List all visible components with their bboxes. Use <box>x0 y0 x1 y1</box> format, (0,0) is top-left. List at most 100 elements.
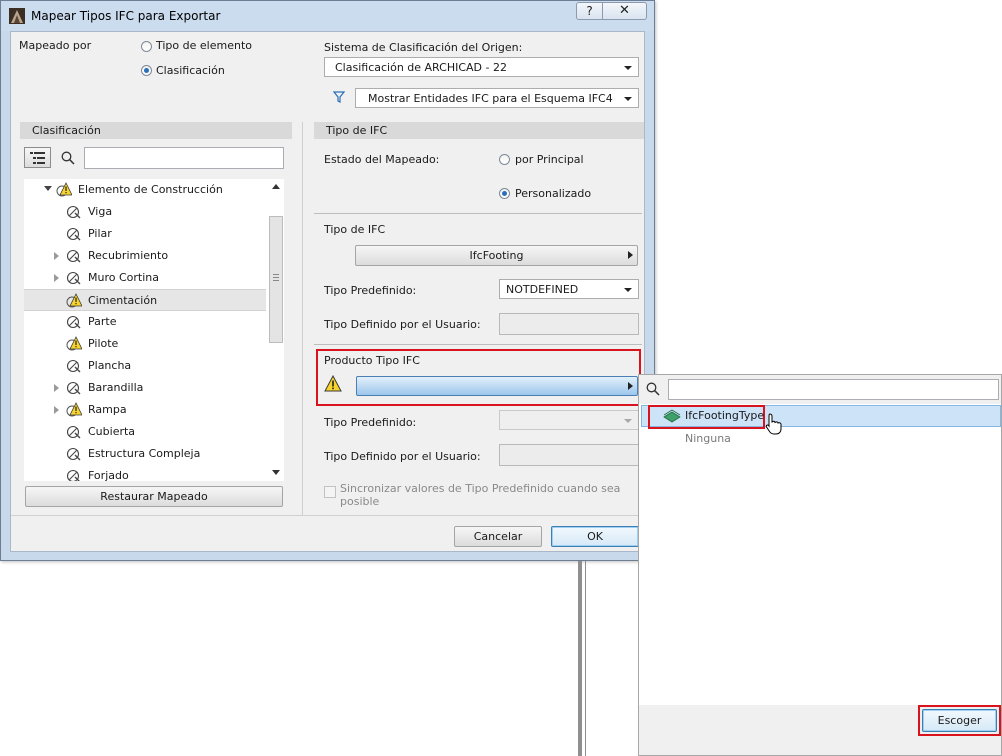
product-predefined-type-dropdown[interactable] <box>499 410 639 430</box>
radio-by-parent[interactable] <box>499 154 510 165</box>
dialog-client-area: Mapeado por Tipo de elemento Clasificaci… <box>10 31 645 552</box>
sync-predefined-checkbox[interactable] <box>324 486 336 498</box>
product-type-label: Producto Tipo IFC <box>324 354 420 367</box>
product-type-button[interactable] <box>356 376 638 396</box>
warning-icon <box>66 336 82 351</box>
tree-item-label: Forjado <box>88 469 129 481</box>
tree-item[interactable]: Recubrimiento <box>24 245 266 267</box>
ifc-schema-filter-value: Mostrar Entidades IFC para el Esquema IF… <box>368 92 613 105</box>
close-button[interactable]: ✕ <box>602 2 647 20</box>
choose-button[interactable]: Escoger <box>922 709 997 732</box>
ifc-type-picker-popup: IfcFootingType Ninguna Escoger <box>638 374 1002 756</box>
tree-item-label: Rampa <box>88 403 127 416</box>
ok-button[interactable]: OK <box>551 526 639 547</box>
tree-item[interactable]: Cimentación <box>24 289 266 311</box>
product-predefined-type-label: Tipo Predefinido: <box>324 416 417 429</box>
tree-item[interactable]: Plancha <box>24 355 266 377</box>
tree-scrollbar-thumb[interactable] <box>269 216 283 343</box>
tree-item-label: Plancha <box>88 359 132 372</box>
sync-predefined-label-line2[interactable]: posible <box>340 495 379 508</box>
popup-search-input[interactable] <box>668 379 999 400</box>
tree-item-label: Parte <box>88 315 117 328</box>
radio-element-type-label[interactable]: Tipo de elemento <box>156 39 252 52</box>
tree-item[interactable]: Viga <box>24 201 266 223</box>
tree-item-label: Cubierta <box>88 425 136 438</box>
tree-item-label: Recubrimiento <box>88 249 169 262</box>
chevron-down-icon <box>624 419 632 423</box>
chevron-right-icon <box>628 251 633 259</box>
scroll-up-arrow-icon[interactable] <box>272 184 280 189</box>
tree-view-toggle-button[interactable] <box>24 147 51 168</box>
tree-item-label: Muro Cortina <box>88 271 159 284</box>
tree-item[interactable]: Muro Cortina <box>24 267 266 289</box>
chevron-down-icon <box>624 66 632 70</box>
expand-closed-icon[interactable] <box>54 274 59 282</box>
element-icon <box>66 249 81 263</box>
tree-scrollbar[interactable] <box>268 179 284 481</box>
title-bar[interactable]: Mapear Tipos IFC para Exportar ? ✕ <box>1 1 654 31</box>
expand-open-icon[interactable] <box>44 186 52 191</box>
classification-search-input[interactable] <box>84 147 284 169</box>
search-icon <box>61 151 75 165</box>
radio-element-type[interactable] <box>141 41 152 52</box>
expand-closed-icon[interactable] <box>54 252 59 260</box>
filter-icon[interactable] <box>333 91 345 103</box>
ifc-type-panel-header: Tipo de IFC <box>314 122 644 139</box>
tree-item[interactable]: Elemento de Construcción <box>24 179 266 201</box>
ifc-footing-type-item[interactable]: IfcFootingType <box>685 409 764 422</box>
classification-panel-header: Clasificación <box>20 122 292 139</box>
popup-search-bar <box>639 375 1001 404</box>
radio-custom-label[interactable]: Personalizado <box>515 187 591 200</box>
panel-splitter[interactable] <box>302 122 303 515</box>
radio-custom[interactable] <box>499 188 510 199</box>
restore-mapping-button[interactable]: Restaurar Mapeado <box>25 486 283 507</box>
element-icon <box>66 469 80 481</box>
none-item[interactable]: Ninguna <box>685 432 731 445</box>
tree-item[interactable]: Parte <box>24 311 266 333</box>
tree-item[interactable]: Cubierta <box>24 421 266 443</box>
product-user-defined-type-label: Tipo Definido por el Usuario: <box>324 450 481 463</box>
cancel-button[interactable]: Cancelar <box>454 526 542 547</box>
mapping-by-label: Mapeado por <box>19 39 92 52</box>
ifc-type-button[interactable]: IfcFooting <box>355 245 638 266</box>
dialog-title: Mapear Tipos IFC para Exportar <box>31 9 221 23</box>
tree-list-icon <box>30 152 45 164</box>
tree-item[interactable]: Barandilla <box>24 377 266 399</box>
tree-item[interactable]: Pilar <box>24 223 266 245</box>
element-icon <box>66 271 81 285</box>
tree-item-label: Estructura Compleja <box>88 447 201 460</box>
main-dialog: Mapear Tipos IFC para Exportar ? ✕ Mapea… <box>0 0 655 561</box>
source-system-value: Clasificación de ARCHICAD - 22 <box>335 61 507 74</box>
expand-closed-icon[interactable] <box>54 384 59 392</box>
ifc-type-value: IfcFooting <box>469 249 524 262</box>
background-window-edge <box>585 561 586 756</box>
archicad-app-icon <box>9 8 25 24</box>
radio-classification-label[interactable]: Clasificación <box>156 64 225 77</box>
warning-icon <box>66 293 82 308</box>
ifc-schema-filter-dropdown[interactable]: Mostrar Entidades IFC para el Esquema IF… <box>355 88 639 108</box>
source-system-dropdown[interactable]: Clasificación de ARCHICAD - 22 <box>324 57 639 77</box>
radio-classification[interactable] <box>141 65 152 76</box>
user-defined-type-input[interactable] <box>499 313 639 335</box>
scroll-down-arrow-icon[interactable] <box>272 470 280 475</box>
tree-item[interactable]: Forjado <box>24 465 266 481</box>
classification-tree-list: Elemento de Construcción Viga Pilar Recubri… <box>24 179 268 481</box>
tree-item[interactable]: Rampa <box>24 399 266 421</box>
product-user-defined-type-input[interactable] <box>499 444 639 466</box>
help-button[interactable]: ? <box>576 2 603 20</box>
expand-closed-icon[interactable] <box>54 406 59 414</box>
warning-icon <box>324 375 342 392</box>
tree-item-label: Barandilla <box>88 381 144 394</box>
tree-item[interactable]: Pilote <box>24 333 266 355</box>
chevron-down-icon <box>624 288 632 292</box>
divider <box>314 213 642 214</box>
chevron-down-icon <box>624 97 632 101</box>
background-window-edge <box>578 561 582 756</box>
mapping-state-label: Estado del Mapeado: <box>324 153 440 166</box>
radio-by-parent-label[interactable]: por Principal <box>515 153 584 166</box>
predefined-type-dropdown[interactable]: NOTDEFINED <box>499 279 639 299</box>
sync-predefined-label-line1[interactable]: Sincronizar valores de Tipo Predefinido … <box>340 482 620 495</box>
tree-item-label: Pilar <box>88 227 112 240</box>
element-icon <box>66 205 81 219</box>
tree-item[interactable]: Estructura Compleja <box>24 443 266 465</box>
